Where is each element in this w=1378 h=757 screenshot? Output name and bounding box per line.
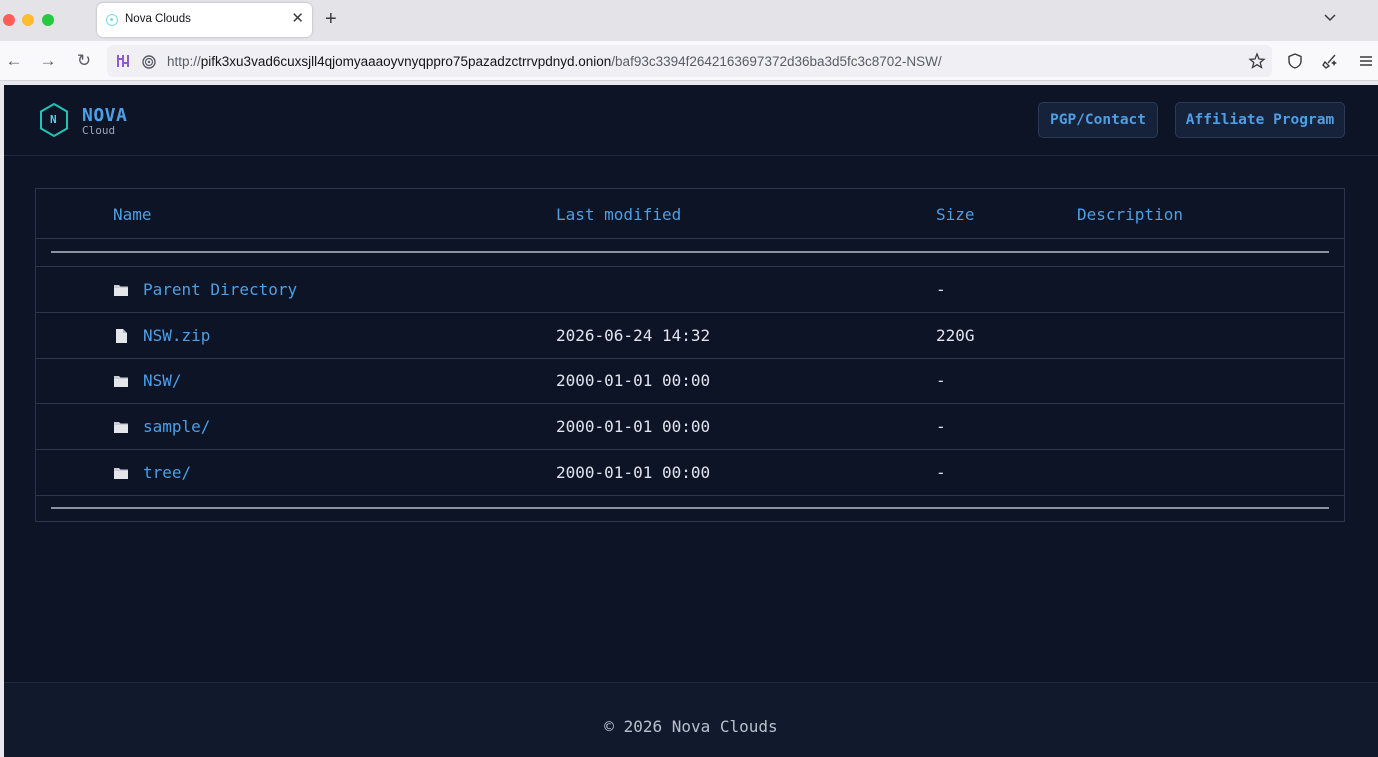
new-tab-icon[interactable]: + <box>325 8 337 30</box>
pgp-contact-button[interactable]: PGP/Contact <box>1038 102 1158 138</box>
divider <box>36 495 1344 496</box>
url-prefix: http:// <box>167 54 201 69</box>
browser-tab-bar: Nova Clouds ✕ + <box>0 0 1378 41</box>
logo-subtitle: Cloud <box>82 124 116 137</box>
divider <box>36 312 1344 313</box>
column-header-last-modified[interactable]: Last modified <box>556 205 681 224</box>
page-content: N NOVA Cloud PGP/Contact Affiliate Progr… <box>4 85 1378 757</box>
tab-title: Nova Clouds <box>125 13 191 25</box>
forward-arrow-icon[interactable]: → <box>38 51 58 71</box>
folder-icon <box>114 285 128 296</box>
close-tab-icon[interactable]: ✕ <box>291 10 304 28</box>
row-name-link[interactable]: Parent Directory <box>143 280 297 299</box>
divider <box>36 358 1344 359</box>
site-header: N NOVA Cloud PGP/Contact Affiliate Progr… <box>4 85 1378 156</box>
column-header-description[interactable]: Description <box>1077 205 1183 224</box>
row-modified: 2000-01-01 00:00 <box>556 417 711 436</box>
logo-letter: N <box>50 113 57 126</box>
divider <box>36 266 1344 267</box>
site-footer: © 2026 Nova Clouds <box>4 682 1378 757</box>
bookmark-star-icon[interactable] <box>1248 52 1266 70</box>
back-arrow-icon[interactable]: ← <box>4 51 24 71</box>
close-window-button[interactable] <box>3 14 15 26</box>
browser-nav-bar: ← → ↻ http://pifk3xu3vad6cuxsjll4qjomyaa… <box>0 41 1378 81</box>
row-size: - <box>936 463 946 482</box>
folder-icon <box>114 376 128 387</box>
tor-circuit-icon[interactable] <box>115 53 131 69</box>
affiliate-program-button[interactable]: Affiliate Program <box>1175 102 1345 138</box>
directory-listing-table: Name Last modified Size Description Pare… <box>35 188 1345 522</box>
url-host: pifk3xu3vad6cuxsjll4qjomyaaaoyvnyqppro75… <box>200 54 612 69</box>
row-size: - <box>936 417 946 436</box>
row-name-link[interactable]: tree/ <box>143 463 191 482</box>
folder-icon <box>114 422 128 433</box>
row-modified: 2000-01-01 00:00 <box>556 463 711 482</box>
url-bar[interactable]: http://pifk3xu3vad6cuxsjll4qjomyaaaoyvny… <box>107 45 1272 77</box>
browser-tab[interactable]: Nova Clouds ✕ <box>97 3 312 37</box>
new-identity-broom-icon[interactable] <box>1321 52 1339 70</box>
divider <box>36 449 1344 450</box>
row-name-link[interactable]: NSW/ <box>143 371 182 390</box>
column-header-name[interactable]: Name <box>113 205 152 224</box>
row-size: - <box>936 280 946 299</box>
url-text[interactable]: http://pifk3xu3vad6cuxsjll4qjomyaaaoyvny… <box>167 54 942 69</box>
row-name-link[interactable]: NSW.zip <box>143 326 210 345</box>
column-header-size[interactable]: Size <box>936 205 975 224</box>
reload-icon[interactable]: ↻ <box>74 51 94 71</box>
folder-icon <box>114 468 128 479</box>
minimize-window-button[interactable] <box>22 14 34 26</box>
horizontal-rule <box>51 507 1329 509</box>
shield-icon[interactable] <box>1286 52 1304 70</box>
copyright-text: © 2026 Nova Clouds <box>604 717 778 736</box>
url-path: /baf93c3394f2642163697372d36ba3d5fc3c870… <box>611 54 942 69</box>
file-icon <box>116 329 127 343</box>
row-size: 220G <box>936 326 975 345</box>
onion-icon[interactable] <box>141 53 157 69</box>
logo-name[interactable]: NOVA <box>82 105 127 126</box>
row-size: - <box>936 371 946 390</box>
row-name-link[interactable]: sample/ <box>143 417 210 436</box>
horizontal-rule <box>51 251 1329 253</box>
divider <box>36 403 1344 404</box>
divider <box>36 238 1344 239</box>
tab-list-chevron-icon[interactable] <box>1322 10 1338 26</box>
row-modified: 2026-06-24 14:32 <box>556 326 711 345</box>
row-modified: 2000-01-01 00:00 <box>556 371 711 390</box>
zoom-window-button[interactable] <box>42 14 54 26</box>
site-favicon-icon <box>106 14 118 26</box>
menu-hamburger-icon[interactable] <box>1358 53 1374 69</box>
